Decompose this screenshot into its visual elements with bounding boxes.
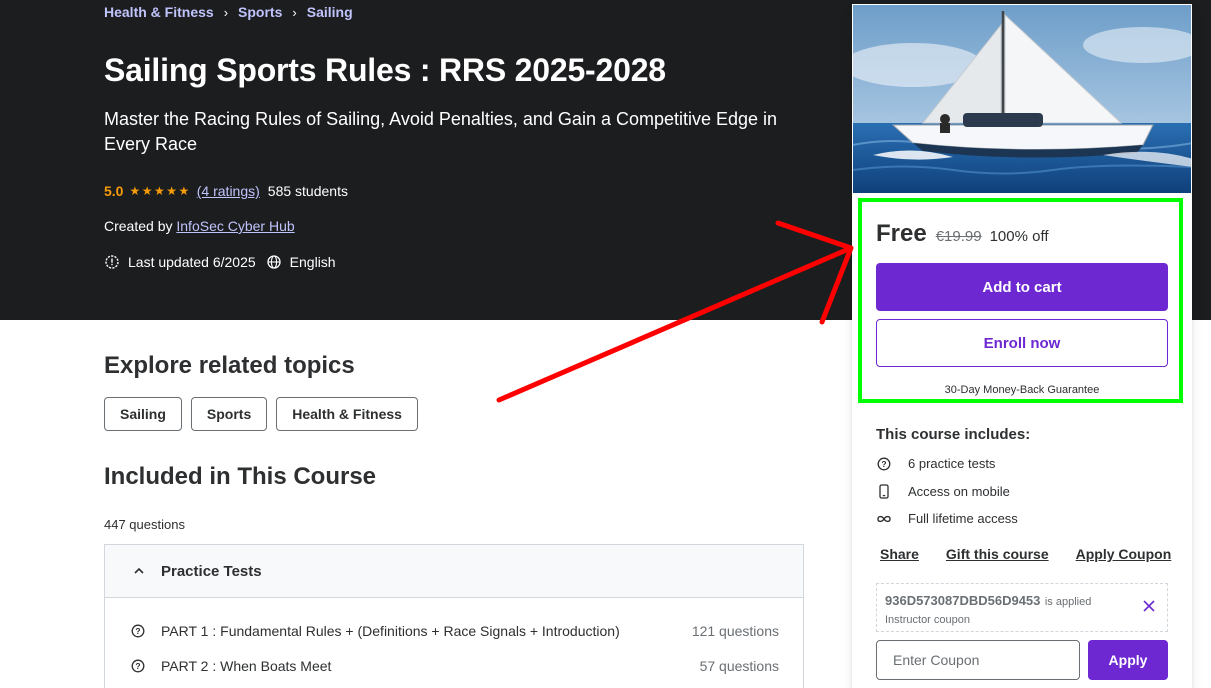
chevron-right-icon: › [223, 4, 229, 20]
related-topics-heading: Explore related topics [104, 352, 355, 379]
include-label: 6 practice tests [908, 456, 996, 471]
chevron-up-icon [134, 567, 144, 574]
original-price: €19.99 [935, 228, 982, 245]
accordion-title: Practice Tests [161, 562, 262, 580]
include-item: ? 6 practice tests [876, 456, 995, 471]
breadcrumb: Health & Fitness › Sports › Sailing [104, 4, 353, 20]
star-rating-icon: ★★★★★ [129, 184, 191, 198]
question-count: 447 questions [104, 517, 185, 532]
sailboat-illustration [853, 5, 1191, 193]
money-back-guarantee: 30-Day Money-Back Guarantee [944, 384, 1100, 396]
test-question-count: 57 questions [699, 658, 779, 674]
created-by-label: Created by [104, 218, 173, 234]
price-row: Free €19.99 100% off [876, 220, 1049, 248]
share-link[interactable]: Share [880, 546, 919, 562]
breadcrumb-item-sports[interactable]: Sports [238, 4, 282, 20]
close-icon[interactable] [1143, 600, 1155, 612]
include-item: Access on mobile [876, 484, 1010, 499]
breadcrumb-item-health-fitness[interactable]: Health & Fitness [104, 4, 214, 20]
course-preview-image[interactable] [852, 4, 1192, 194]
test-title: PART 1 : Fundamental Rules + (Definition… [161, 623, 620, 639]
topic-chip-sports[interactable]: Sports [190, 397, 268, 431]
course-meta: Last updated 6/2025 English [104, 254, 336, 270]
topic-chip-health-fitness[interactable]: Health & Fitness [276, 397, 418, 431]
globe-icon [267, 255, 281, 269]
applied-coupon: 936D573087DBD56D9453 is applied Instruct… [876, 583, 1168, 632]
apply-coupon-button[interactable]: Apply [1088, 640, 1168, 680]
svg-text:?: ? [881, 459, 886, 469]
ratings-count-link[interactable]: (4 ratings) [197, 183, 260, 199]
breadcrumb-item-sailing[interactable]: Sailing [307, 4, 353, 20]
gift-course-link[interactable]: Gift this course [946, 546, 1049, 562]
svg-text:?: ? [135, 661, 140, 671]
created-by: Created by InfoSec Cyber Hub [104, 218, 295, 234]
coupon-applied-text: is applied [1044, 596, 1092, 608]
rating-value: 5.0 [104, 183, 124, 199]
include-label: Full lifetime access [908, 511, 1018, 526]
test-row: ? PART 2 : When Boats Meet 57 questions [131, 658, 779, 674]
chevron-right-icon: › [292, 4, 297, 20]
related-topics: Sailing Sports Health & Fitness [104, 397, 418, 431]
alert-badge-icon [105, 255, 119, 269]
include-item: Full lifetime access [876, 511, 1018, 526]
course-title: Sailing Sports Rules : RRS 2025-2028 [104, 52, 666, 88]
accordion-header[interactable]: Practice Tests [105, 545, 803, 598]
included-heading: Included in This Course [104, 463, 377, 490]
apply-coupon-link[interactable]: Apply Coupon [1076, 546, 1172, 562]
question-circle-icon: ? [131, 659, 145, 673]
infinity-icon [877, 515, 891, 522]
sidebar-links: Share Gift this course Apply Coupon [880, 546, 1171, 562]
instructor-link[interactable]: InfoSec Cyber Hub [176, 218, 294, 234]
coupon-code: 936D573087DBD56D9453 [885, 593, 1041, 608]
mobile-icon [879, 484, 889, 499]
test-row: ? PART 1 : Fundamental Rules + (Definiti… [131, 623, 779, 639]
add-to-cart-button[interactable]: Add to cart [876, 263, 1168, 311]
purchase-sidebar: Free €19.99 100% off Add to cart Enroll … [852, 4, 1192, 688]
discount-percent: 100% off [989, 228, 1049, 245]
topic-chip-sailing[interactable]: Sailing [104, 397, 182, 431]
svg-text:?: ? [135, 626, 140, 636]
practice-tests-accordion: Practice Tests ? PART 1 : Fundamental Ru… [104, 544, 804, 688]
enroll-now-button[interactable]: Enroll now [876, 319, 1168, 367]
coupon-input[interactable] [876, 640, 1080, 680]
course-language: English [289, 254, 336, 270]
last-updated: Last updated 6/2025 [128, 254, 256, 270]
include-label: Access on mobile [908, 484, 1010, 499]
question-circle-icon: ? [877, 457, 891, 470]
question-circle-icon: ? [131, 624, 145, 638]
students-count: 585 students [267, 183, 348, 199]
test-title: PART 2 : When Boats Meet [161, 658, 332, 674]
rating-row: 5.0 ★★★★★ (4 ratings) 585 students [104, 183, 348, 199]
course-subtitle: Master the Racing Rules of Sailing, Avoi… [104, 109, 778, 154]
test-question-count: 121 questions [691, 623, 779, 639]
current-price: Free [876, 220, 927, 247]
includes-title: This course includes: [876, 426, 1031, 443]
coupon-type: Instructor coupon [885, 614, 970, 626]
